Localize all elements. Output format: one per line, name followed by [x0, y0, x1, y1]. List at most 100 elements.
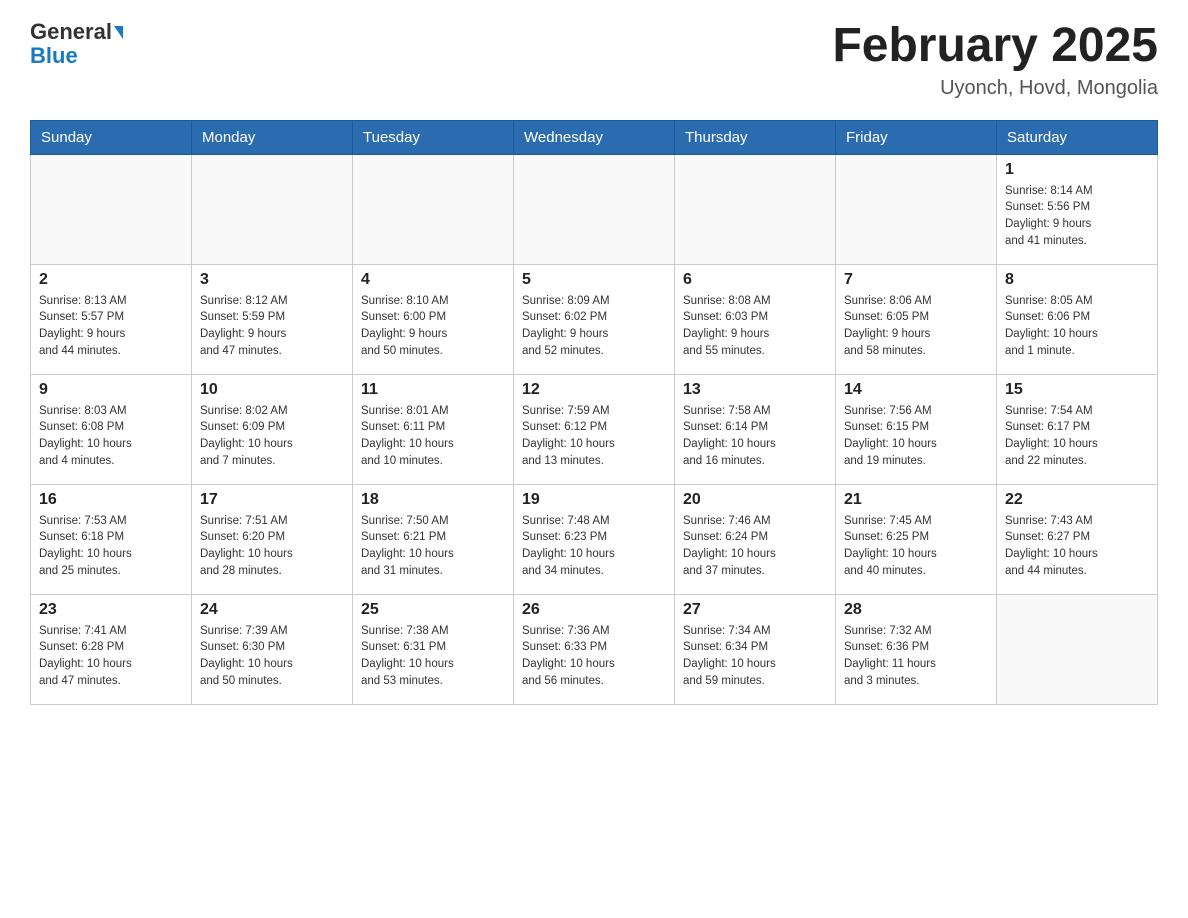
- day-number: 7: [844, 271, 988, 289]
- week-row-5: 23Sunrise: 7:41 AM Sunset: 6:28 PM Dayli…: [31, 594, 1158, 704]
- day-info: Sunrise: 7:34 AM Sunset: 6:34 PM Dayligh…: [683, 623, 827, 690]
- day-number: 14: [844, 381, 988, 399]
- day-number: 2: [39, 271, 183, 289]
- calendar-cell: [192, 154, 353, 264]
- day-info: Sunrise: 7:48 AM Sunset: 6:23 PM Dayligh…: [522, 513, 666, 580]
- day-number: 12: [522, 381, 666, 399]
- logo: General Blue: [30, 20, 123, 68]
- calendar-cell: [997, 594, 1158, 704]
- logo-blue-text: Blue: [30, 44, 78, 68]
- day-number: 13: [683, 381, 827, 399]
- calendar-cell: 24Sunrise: 7:39 AM Sunset: 6:30 PM Dayli…: [192, 594, 353, 704]
- day-header-sunday: Sunday: [31, 120, 192, 154]
- day-number: 25: [361, 601, 505, 619]
- calendar-table: SundayMondayTuesdayWednesdayThursdayFrid…: [30, 120, 1158, 705]
- logo-general-text: General: [30, 20, 112, 44]
- day-number: 3: [200, 271, 344, 289]
- day-info: Sunrise: 8:12 AM Sunset: 5:59 PM Dayligh…: [200, 293, 344, 360]
- day-info: Sunrise: 8:03 AM Sunset: 6:08 PM Dayligh…: [39, 403, 183, 470]
- day-number: 4: [361, 271, 505, 289]
- day-number: 8: [1005, 271, 1149, 289]
- day-info: Sunrise: 8:02 AM Sunset: 6:09 PM Dayligh…: [200, 403, 344, 470]
- day-info: Sunrise: 7:58 AM Sunset: 6:14 PM Dayligh…: [683, 403, 827, 470]
- calendar-cell: 2 Sunrise: 8:13 AM Sunset: 5:57 PM Daylig…: [31, 264, 192, 374]
- calendar-cell: 11 Sunrise: 8:01 AM Sunset: 6:11 PM Dayli…: [353, 374, 514, 484]
- day-info: Sunrise: 8:14 AM Sunset: 5:56 PM Dayligh…: [1005, 183, 1149, 250]
- calendar-cell: 10 Sunrise: 8:02 AM Sunset: 6:09 PM Dayli…: [192, 374, 353, 484]
- calendar-cell: 19 Sunrise: 7:48 AM Sunset: 6:23 PM Dayli…: [514, 484, 675, 594]
- calendar-cell: [836, 154, 997, 264]
- calendar-cell: 9 Sunrise: 8:03 AM Sunset: 6:08 PM Daylig…: [31, 374, 192, 484]
- calendar-cell: 14 Sunrise: 7:56 AM Sunset: 6:15 PM Dayli…: [836, 374, 997, 484]
- day-info: Sunrise: 7:36 AM Sunset: 6:33 PM Dayligh…: [522, 623, 666, 690]
- day-info: Sunrise: 8:08 AM Sunset: 6:03 PM Dayligh…: [683, 293, 827, 360]
- day-info: Sunrise: 7:32 AM Sunset: 6:36 PM Dayligh…: [844, 623, 988, 690]
- calendar-cell: 13 Sunrise: 7:58 AM Sunset: 6:14 PM Dayli…: [675, 374, 836, 484]
- calendar-cell: 18 Sunrise: 7:50 AM Sunset: 6:21 PM Dayli…: [353, 484, 514, 594]
- day-number: 5: [522, 271, 666, 289]
- day-number: 22: [1005, 491, 1149, 509]
- day-number: 17: [200, 491, 344, 509]
- calendar-cell: [353, 154, 514, 264]
- logo-triangle-icon: [114, 26, 123, 39]
- calendar-cell: 12 Sunrise: 7:59 AM Sunset: 6:12 PM Dayli…: [514, 374, 675, 484]
- calendar-cell: 1 Sunrise: 8:14 AM Sunset: 5:56 PM Daylig…: [997, 154, 1158, 264]
- calendar-cell: 3 Sunrise: 8:12 AM Sunset: 5:59 PM Daylig…: [192, 264, 353, 374]
- calendar-cell: 15Sunrise: 7:54 AM Sunset: 6:17 PM Dayli…: [997, 374, 1158, 484]
- week-row-4: 16 Sunrise: 7:53 AM Sunset: 6:18 PM Dayli…: [31, 484, 1158, 594]
- day-info: Sunrise: 8:13 AM Sunset: 5:57 PM Dayligh…: [39, 293, 183, 360]
- day-number: 19: [522, 491, 666, 509]
- day-info: Sunrise: 7:56 AM Sunset: 6:15 PM Dayligh…: [844, 403, 988, 470]
- calendar-cell: 7 Sunrise: 8:06 AM Sunset: 6:05 PM Daylig…: [836, 264, 997, 374]
- day-info: Sunrise: 7:46 AM Sunset: 6:24 PM Dayligh…: [683, 513, 827, 580]
- calendar-cell: [31, 154, 192, 264]
- calendar-cell: 23Sunrise: 7:41 AM Sunset: 6:28 PM Dayli…: [31, 594, 192, 704]
- calendar-cell: [514, 154, 675, 264]
- calendar-cell: 22 Sunrise: 7:43 AM Sunset: 6:27 PM Dayli…: [997, 484, 1158, 594]
- day-info: Sunrise: 8:06 AM Sunset: 6:05 PM Dayligh…: [844, 293, 988, 360]
- day-info: Sunrise: 7:43 AM Sunset: 6:27 PM Dayligh…: [1005, 513, 1149, 580]
- calendar-title: February 2025: [832, 20, 1158, 73]
- title-area: February 2025 Uyonch, Hovd, Mongolia: [832, 20, 1158, 100]
- days-header-row: SundayMondayTuesdayWednesdayThursdayFrid…: [31, 120, 1158, 154]
- calendar-cell: 28 Sunrise: 7:32 AM Sunset: 6:36 PM Dayli…: [836, 594, 997, 704]
- day-number: 20: [683, 491, 827, 509]
- day-number: 28: [844, 601, 988, 619]
- calendar-cell: 6Sunrise: 8:08 AM Sunset: 6:03 PM Daylig…: [675, 264, 836, 374]
- day-number: 9: [39, 381, 183, 399]
- day-number: 10: [200, 381, 344, 399]
- day-number: 1: [1005, 161, 1149, 179]
- day-info: Sunrise: 8:10 AM Sunset: 6:00 PM Dayligh…: [361, 293, 505, 360]
- day-info: Sunrise: 7:59 AM Sunset: 6:12 PM Dayligh…: [522, 403, 666, 470]
- calendar-cell: 25 Sunrise: 7:38 AM Sunset: 6:31 PM Dayli…: [353, 594, 514, 704]
- calendar-cell: 4 Sunrise: 8:10 AM Sunset: 6:00 PM Daylig…: [353, 264, 514, 374]
- day-info: Sunrise: 7:54 AM Sunset: 6:17 PM Dayligh…: [1005, 403, 1149, 470]
- day-header-saturday: Saturday: [997, 120, 1158, 154]
- calendar-cell: 5 Sunrise: 8:09 AM Sunset: 6:02 PM Daylig…: [514, 264, 675, 374]
- calendar-cell: 20 Sunrise: 7:46 AM Sunset: 6:24 PM Dayli…: [675, 484, 836, 594]
- day-info: Sunrise: 7:50 AM Sunset: 6:21 PM Dayligh…: [361, 513, 505, 580]
- week-row-1: 1 Sunrise: 8:14 AM Sunset: 5:56 PM Daylig…: [31, 154, 1158, 264]
- day-number: 24: [200, 601, 344, 619]
- day-number: 27: [683, 601, 827, 619]
- page-header: General Blue February 2025 Uyonch, Hovd,…: [30, 20, 1158, 100]
- day-info: Sunrise: 7:53 AM Sunset: 6:18 PM Dayligh…: [39, 513, 183, 580]
- calendar-cell: 21 Sunrise: 7:45 AM Sunset: 6:25 PM Dayli…: [836, 484, 997, 594]
- day-info: Sunrise: 7:38 AM Sunset: 6:31 PM Dayligh…: [361, 623, 505, 690]
- day-number: 11: [361, 381, 505, 399]
- day-header-thursday: Thursday: [675, 120, 836, 154]
- calendar-cell: [675, 154, 836, 264]
- day-number: 18: [361, 491, 505, 509]
- day-info: Sunrise: 7:51 AM Sunset: 6:20 PM Dayligh…: [200, 513, 344, 580]
- day-info: Sunrise: 8:01 AM Sunset: 6:11 PM Dayligh…: [361, 403, 505, 470]
- day-header-wednesday: Wednesday: [514, 120, 675, 154]
- calendar-subtitle: Uyonch, Hovd, Mongolia: [832, 77, 1158, 100]
- day-number: 23: [39, 601, 183, 619]
- week-row-2: 2 Sunrise: 8:13 AM Sunset: 5:57 PM Daylig…: [31, 264, 1158, 374]
- calendar-cell: 17 Sunrise: 7:51 AM Sunset: 6:20 PM Dayli…: [192, 484, 353, 594]
- day-info: Sunrise: 8:09 AM Sunset: 6:02 PM Dayligh…: [522, 293, 666, 360]
- day-number: 21: [844, 491, 988, 509]
- day-info: Sunrise: 7:45 AM Sunset: 6:25 PM Dayligh…: [844, 513, 988, 580]
- day-number: 16: [39, 491, 183, 509]
- week-row-3: 9 Sunrise: 8:03 AM Sunset: 6:08 PM Daylig…: [31, 374, 1158, 484]
